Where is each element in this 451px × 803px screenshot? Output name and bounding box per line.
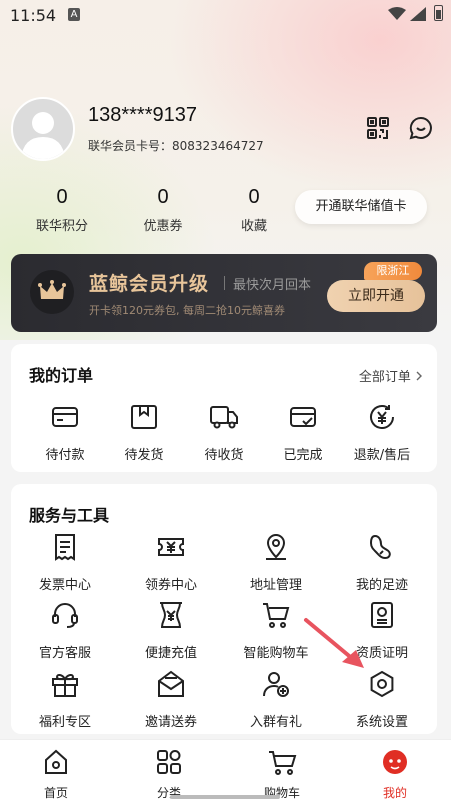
nav-label: 我的 [382,786,407,800]
service-label: 邀请送券 [144,715,197,730]
service-quick-recharge[interactable]: 便捷充值 [131,600,211,661]
headset-icon [52,603,78,628]
recharge-icon [160,602,182,628]
wifi-icon [388,7,406,20]
order-pending-payment[interactable]: 待付款 [25,402,105,463]
member-card-line: 联华会员卡号：808323464727 [88,137,264,154]
stat-points[interactable]: 0 联华积分 [17,186,107,234]
refund-icon [370,405,394,429]
order-label: 退款/售后 [353,448,411,463]
stat-label: 联华积分 [35,219,88,234]
nav-profile[interactable]: 我的 [355,748,435,801]
chevron-right-icon [416,371,422,381]
stat-value: 0 [157,186,169,208]
service-label: 入群有礼 [249,715,302,730]
stat-favorites[interactable]: 0 收藏 [209,186,299,234]
default-avatar-icon [21,112,65,159]
service-label: 福利专区 [38,715,91,730]
category-icon [157,750,181,774]
service-label: 领券中心 [144,578,197,593]
settings-icon [370,670,394,698]
invite-mail-icon [158,670,184,697]
order-pending-shipment[interactable]: 待发货 [104,402,184,463]
nav-category[interactable]: 分类 [129,748,209,801]
signal-icon [410,7,426,21]
vip-title: 蓝鲸会员升级 [89,273,210,295]
service-coupon-center[interactable]: 领券中心 [131,532,211,593]
service-customer-support[interactable]: 官方客服 [25,600,105,661]
member-card-number: 808323464727 [172,139,264,153]
stat-label: 收藏 [240,219,267,234]
profile-icon [383,750,407,774]
member-card-label: 联华会员卡号： [88,139,173,153]
nav-cart[interactable]: 购物车 [242,748,322,801]
stat-coupons[interactable]: 0 优惠券 [118,186,208,234]
nav-home[interactable]: 首页 [16,748,96,801]
home-icon [45,749,67,774]
package-icon [131,405,157,429]
service-label: 系统设置 [355,715,408,730]
order-label: 待发货 [124,448,164,463]
region-badge: 限浙江 [364,262,422,280]
service-label: 我的足迹 [355,578,408,593]
order-label: 待付款 [45,448,85,463]
gift-icon [52,673,78,697]
battery-icon [434,5,443,21]
order-pending-receipt[interactable]: 待收货 [184,402,264,463]
service-join-group[interactable]: 入群有礼 [236,669,316,730]
service-invite-coupon[interactable]: 邀请送券 [131,669,211,730]
vip-divider [224,276,225,290]
service-label: 便捷充值 [144,646,197,661]
certificate-icon [371,602,393,628]
order-label: 已完成 [283,448,323,463]
service-label: 官方客服 [38,646,91,661]
footprint-icon [369,534,391,560]
stat-value: 0 [56,186,68,208]
service-address-management[interactable]: 地址管理 [236,532,316,593]
open-vip-button[interactable]: 立即开通 [327,280,425,312]
services-card: 服务与工具 发票中心 领券中心 地址管理 我的足迹 官方客服 便捷充值 智能购物… [11,484,437,734]
vip-subtitle: 最快次月回本 [233,278,312,293]
add-user-icon [263,672,289,697]
service-my-footprint[interactable]: 我的足迹 [342,532,422,593]
all-orders-link[interactable]: 全部订单 [359,366,423,385]
stat-label: 优惠券 [143,219,183,234]
service-invoice-center[interactable]: 发票中心 [25,532,105,593]
service-label: 地址管理 [249,578,302,593]
completed-icon [290,407,316,427]
avatar[interactable] [11,97,75,161]
status-time: 11:54 [10,6,57,25]
vip-description: 开卡领120元券包, 每周二抢10元鲸喜券 [89,304,285,317]
order-label: 待收货 [204,448,244,463]
order-refund[interactable]: 退款/售后 [342,402,422,463]
order-completed[interactable]: 已完成 [263,402,343,463]
cart-icon [263,603,290,628]
invoice-icon [55,534,75,561]
nav-label: 首页 [43,786,68,800]
annotation-arrow [304,618,364,668]
service-system-settings[interactable]: 系统设置 [342,669,422,730]
orders-title: 我的订单 [29,366,94,385]
location-icon [266,534,286,560]
phone-number: 138****9137 [88,104,197,126]
vip-banner[interactable]: 蓝鲸会员升级 最快次月回本 开卡领120元券包, 每周二抢10元鲸喜券 限浙江 … [11,254,437,332]
cart-icon [269,751,297,775]
home-indicator[interactable] [170,795,280,799]
truck-icon [210,406,238,429]
service-label: 发票中心 [38,578,91,593]
bottom-nav: 首页 分类 购物车 我的 [0,739,451,803]
coupon-icon [158,538,184,556]
services-title: 服务与工具 [29,506,110,525]
open-stored-value-card-button[interactable]: 开通联华储值卡 [295,190,427,224]
status-a-icon: A [68,8,80,21]
all-orders-label: 全部订单 [358,370,411,385]
orders-card: 我的订单 全部订单 待付款 待发货 待收货 已完成 退款/售后 [11,344,437,472]
wallet-icon [52,407,78,427]
service-welfare-zone[interactable]: 福利专区 [25,669,105,730]
crown-badge [30,270,74,314]
chat-icon[interactable] [409,116,433,140]
stat-value: 0 [248,186,260,208]
qr-code-icon[interactable] [366,116,390,140]
crown-icon [38,280,66,299]
